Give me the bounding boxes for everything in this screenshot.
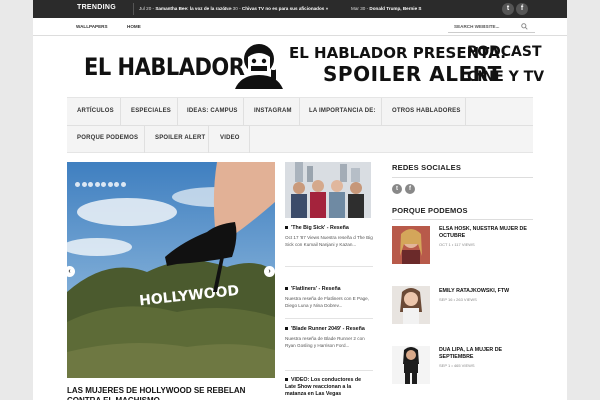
featured-slider[interactable]: HOLLYWOOD ‹ › — [67, 162, 275, 378]
bullet-icon — [285, 226, 288, 230]
banner-cine-tv-label: CINE Y TV — [467, 69, 545, 85]
trending-date: Jul 20 - — [139, 6, 155, 11]
poster-image — [285, 162, 371, 218]
post-thumbnail[interactable] — [392, 226, 430, 264]
trending-title: Samantha Bee: la voz de la razón » — [155, 6, 232, 11]
thumbnail-image — [392, 346, 430, 384]
main-navigation: ARTÍCULOS ESPECIALES IDEAS: CAMPUS INSTA… — [67, 97, 533, 153]
twitter-icon[interactable]: t — [392, 184, 402, 194]
bullet-icon — [285, 287, 288, 291]
thumbnail-image — [392, 286, 430, 324]
site-logo[interactable]: EL HABLADOR — [84, 53, 245, 81]
podcast-host-illustration — [235, 44, 283, 89]
nav-item-especiales[interactable]: ESPECIALES — [131, 108, 171, 114]
nav-item-articulos[interactable]: ARTÍCULOS — [77, 108, 114, 114]
trending-item[interactable]: Mar 30 - Donald Trump, Bernie S — [351, 6, 421, 11]
post-title[interactable]: 'Flatliners' - Reseña — [285, 286, 373, 293]
trending-bar: TRENDING Jul 20 - Samantha Bee: la voz d… — [33, 0, 567, 18]
post-excerpt: Oct 17 '87 Views Nuestra reseña d The Bi… — [285, 235, 373, 247]
list-item[interactable]: 'Blade Runner 2049' - Reseña Nuestra res… — [285, 326, 373, 349]
divider — [67, 125, 533, 126]
nav-item-otros-habladores[interactable]: OTROS HABLADORES — [392, 108, 461, 114]
slider-dot[interactable] — [75, 182, 80, 187]
divider — [208, 126, 209, 153]
divider — [144, 126, 145, 153]
post-title-text: 'The Big Sick' - Reseña — [291, 225, 349, 231]
post-title[interactable]: 'Blade Runner 2049' - Reseña — [285, 326, 373, 333]
divider — [243, 98, 244, 125]
post-title[interactable]: DUA LIPA, LA MUJER DE SEPTIEMBRE — [439, 347, 535, 361]
post-title[interactable]: ELSA HOSK, NUESTRA MUJER DE OCTUBRE — [439, 226, 535, 240]
nav-item-porque-podemos[interactable]: PORQUE PODEMOS — [77, 135, 138, 141]
post-thumbnail[interactable] — [392, 346, 430, 384]
slider-dot[interactable] — [120, 182, 126, 187]
bullet-icon — [285, 378, 288, 382]
search-icon[interactable] — [521, 23, 528, 30]
list-item[interactable]: 'The Big Sick' - Reseña Oct 17 '87 Views… — [285, 225, 373, 248]
post-title-text: VIDEO: Los conductores de Late Show reac… — [285, 377, 362, 397]
subnav-link-wallpapers[interactable]: WALLPAPERS — [76, 24, 108, 29]
post-title[interactable]: EMILY RATAJKOWSKI, FTW — [439, 288, 535, 295]
trending-title: Chivas TV no es para sus aficionados » — [241, 6, 329, 11]
post-title[interactable]: 'The Big Sick' - Reseña — [285, 225, 373, 232]
divider — [285, 318, 373, 319]
slider-dot[interactable] — [94, 182, 100, 187]
podcast-banner[interactable]: EL HABLADOR PRESENTA: SPOILER ALERT PODC… — [231, 41, 544, 93]
slide-title[interactable]: LAS MUJERES DE HOLLYWOOD SE REBELAN CONT… — [67, 386, 277, 400]
slider-dot[interactable] — [88, 182, 93, 187]
post-thumbnail[interactable] — [392, 286, 430, 324]
post-meta: OCT 1 • 117 VIEWS — [439, 242, 475, 247]
divider — [285, 266, 373, 267]
post-title-text: 'Flatliners' - Reseña — [291, 286, 341, 292]
slider-dot[interactable] — [81, 182, 87, 187]
divider — [381, 98, 382, 125]
slider-pagination — [75, 174, 127, 192]
banner-podcast-label: PODCAST — [467, 44, 542, 60]
divider — [133, 3, 134, 15]
list-item[interactable]: 'Flatliners' - Reseña Nuestra reseña de … — [285, 286, 373, 309]
subnav-link-home[interactable]: HOME — [127, 24, 141, 29]
trending-title: Donald Trump, Bernie S — [369, 6, 422, 11]
trending-date: Jun 30 - — [224, 6, 241, 11]
trending-label: TRENDING — [77, 4, 116, 11]
nav-item-instagram[interactable]: INSTAGRAM — [254, 108, 292, 114]
nav-item-video[interactable]: VIDEO — [220, 135, 240, 141]
slider-next-button[interactable]: › — [264, 266, 275, 277]
post-title-text: 'Blade Runner 2049' - Reseña — [291, 326, 365, 332]
nav-item-spoiler-alert[interactable]: SPOILER ALERT — [155, 135, 205, 141]
trending-item[interactable]: Jun 30 - Chivas TV no es para sus aficio… — [224, 6, 328, 11]
facebook-icon[interactable]: f — [516, 3, 528, 15]
post-meta: SEP 1 • 465 VIEWS — [439, 363, 475, 368]
post-excerpt: Nuestra reseña de Flatliners con E Page,… — [285, 296, 370, 308]
divider — [120, 98, 121, 125]
section-heading: PORQUE PODEMOS — [392, 206, 468, 215]
trending-item[interactable]: Jul 20 - Samantha Bee: la voz de la razó… — [139, 6, 232, 11]
divider — [249, 126, 250, 153]
bullet-icon — [285, 327, 288, 331]
post-excerpt: Nuestra reseña de Blade Runner 2 con Rya… — [285, 336, 365, 348]
slider-dot[interactable] — [101, 182, 106, 187]
post-meta: SEP 16 • 263 VIEWS — [439, 297, 477, 302]
the-big-sick-poster[interactable] — [285, 162, 371, 218]
twitter-icon[interactable]: t — [502, 3, 514, 15]
page: TRENDING Jul 20 - Samantha Bee: la voz d… — [33, 0, 567, 400]
slider-dot[interactable] — [107, 182, 113, 187]
divider — [299, 98, 300, 125]
thumbnail-image — [392, 226, 430, 264]
divider — [285, 370, 373, 371]
nav-item-ideas-campus[interactable]: IDEAS: CAMPUS — [187, 108, 238, 114]
nav-item-la-importancia[interactable]: LA IMPORTANCIA DE: — [309, 108, 376, 114]
social-heading: REDES SOCIALES — [392, 163, 462, 172]
list-item[interactable]: VIDEO: Los conductores de Late Show reac… — [285, 377, 373, 398]
post-title[interactable]: VIDEO: Los conductores de Late Show reac… — [285, 377, 373, 398]
trending-date: Mar 30 - — [351, 6, 369, 11]
facebook-icon[interactable]: f — [405, 184, 415, 194]
divider — [465, 98, 466, 125]
divider — [392, 177, 533, 178]
divider — [177, 98, 178, 125]
hollywood-heel-image: HOLLYWOOD — [67, 162, 275, 378]
divider — [392, 219, 533, 220]
slider-dot[interactable] — [114, 182, 119, 187]
